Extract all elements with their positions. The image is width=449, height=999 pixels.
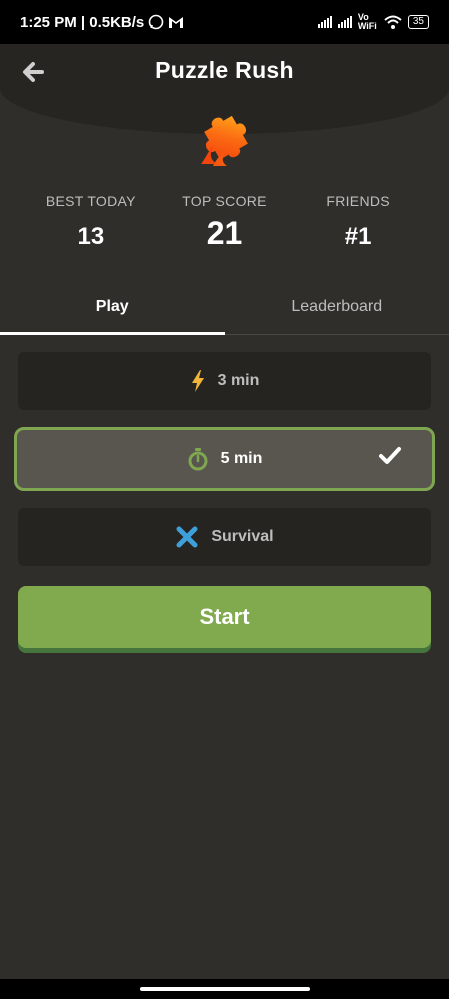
mode-option-survival[interactable]: Survival	[18, 508, 431, 566]
navigation-bar	[0, 979, 449, 999]
status-time-speed: 1:25 PM | 0.5KB/s	[20, 13, 145, 31]
stat-value: 21	[206, 215, 243, 251]
status-right: Vo WiFi 35	[317, 12, 429, 31]
stat-label: TOP SCORE	[182, 193, 267, 209]
wifi-icon	[384, 15, 402, 29]
mode-label: 5 min	[220, 450, 263, 467]
stat-label: FRIENDS	[326, 193, 390, 209]
mode-option-5-min[interactable]: 5 min	[14, 427, 435, 491]
stat-value: 13	[77, 223, 105, 250]
stats-row: BEST TODAY 13 TOP SCORE 21 FRIENDS #1	[0, 193, 449, 252]
stat-top-score: TOP SCORE 21	[159, 193, 289, 252]
stat-value: #1	[344, 223, 372, 250]
checkmark-icon	[379, 447, 401, 464]
tab-leaderboard[interactable]: Leaderboard	[225, 290, 449, 334]
whatsapp-icon	[148, 14, 164, 30]
puzzle-piece-icon	[201, 115, 248, 166]
lightning-icon	[191, 370, 204, 392]
battery-icon: 35	[407, 15, 429, 29]
home-indicator[interactable]	[140, 987, 310, 991]
status-bar: 1:25 PM | 0.5KB/s Vo WiFi 35	[0, 0, 449, 44]
page-title: Puzzle Rush	[155, 57, 294, 83]
crossed-tools-icon	[176, 526, 198, 548]
mode-label: 3 min	[217, 372, 260, 389]
vowifi-label: Vo WiFi	[357, 12, 377, 31]
signal-icon	[317, 16, 332, 28]
stat-label: BEST TODAY	[45, 193, 136, 209]
start-button[interactable]: Start	[18, 586, 431, 648]
tab-play[interactable]: Play	[0, 290, 225, 335]
mode-label: Survival	[211, 528, 274, 545]
mode-option-3-min[interactable]: 3 min	[18, 352, 431, 410]
status-left: 1:25 PM | 0.5KB/s	[20, 14, 184, 31]
stat-friends: FRIENDS #1	[293, 193, 423, 252]
gmail-icon	[169, 17, 184, 28]
tab-bar: Play Leaderboard	[0, 290, 449, 335]
stopwatch-icon	[188, 448, 208, 471]
signal-icon-2	[337, 16, 352, 28]
stat-best-today: BEST TODAY 13	[26, 193, 156, 252]
